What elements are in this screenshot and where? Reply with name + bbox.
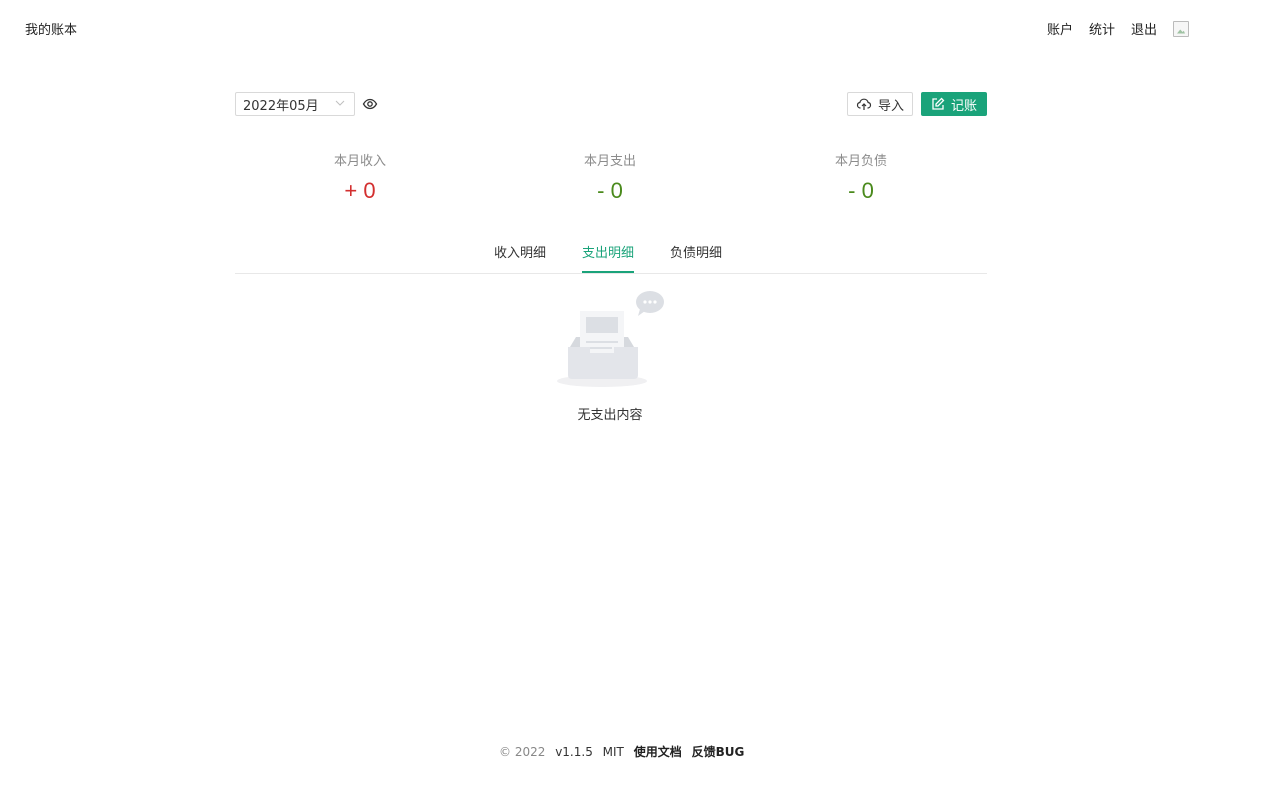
main-content: 2022年05月 导入 记账 本月收入 + 0 本月支出 - 0 本月负债 - … [235, 92, 987, 423]
empty-inbox-icon [557, 291, 664, 387]
monthly-summary: 本月收入 + 0 本月支出 - 0 本月负债 - 0 [235, 150, 987, 210]
tab-expense-details[interactable]: 支出明细 [582, 242, 635, 273]
footer-license: MIT [602, 745, 624, 759]
debt-stat: 本月负债 - 0 [781, 150, 941, 204]
nav-logout-link[interactable]: 退出 [1131, 19, 1157, 38]
edit-icon [932, 97, 945, 110]
expense-stat-value: - 0 [597, 178, 623, 203]
footer-docs-link[interactable]: 使用文档 [634, 745, 682, 759]
expense-stat: 本月支出 - 0 [530, 150, 690, 204]
chevron-down-icon [335, 100, 345, 106]
record-button[interactable]: 记账 [921, 92, 987, 116]
month-picker-value: 2022年05月 [243, 98, 319, 114]
top-nav: 账户 统计 退出 [1031, 19, 1189, 38]
tab-income-details[interactable]: 收入明细 [494, 242, 546, 273]
debt-stat-label: 本月负债 [834, 154, 887, 169]
footer-version: v1.1.5 [555, 745, 593, 759]
top-bar: 我的账本 账户 统计 退出 [0, 0, 1270, 56]
import-button[interactable]: 导入 [847, 92, 913, 116]
debt-stat-value: - 0 [848, 178, 874, 203]
income-stat: 本月收入 + 0 [280, 150, 440, 204]
footer-feedback-link[interactable]: 反馈BUG [692, 745, 745, 759]
income-stat-value: + 0 [344, 178, 376, 203]
tab-debt-details[interactable]: 负债明细 [670, 242, 722, 273]
nav-accounts-link[interactable]: 账户 [1047, 19, 1073, 38]
empty-state-text: 无支出内容 [577, 408, 643, 423]
empty-state: 无支出内容 [557, 289, 664, 423]
expense-stat-label: 本月支出 [583, 154, 636, 169]
import-button-label: 导入 [877, 98, 904, 114]
nav-statistics-link[interactable]: 统计 [1089, 19, 1115, 38]
income-stat-label: 本月收入 [333, 154, 386, 169]
footer-copyright: © 2022 [499, 745, 546, 759]
month-picker[interactable]: 2022年05月 [235, 92, 355, 116]
cloud-upload-icon [856, 98, 872, 110]
brand-title[interactable]: 我的账本 [25, 19, 77, 38]
toolbar: 2022年05月 导入 记账 [235, 92, 987, 116]
record-button-label: 记账 [950, 98, 977, 114]
detail-tabs: 收入明细 支出明细 负债明细 [235, 232, 987, 274]
avatar[interactable] [1173, 20, 1189, 37]
eye-icon[interactable] [362, 96, 378, 112]
